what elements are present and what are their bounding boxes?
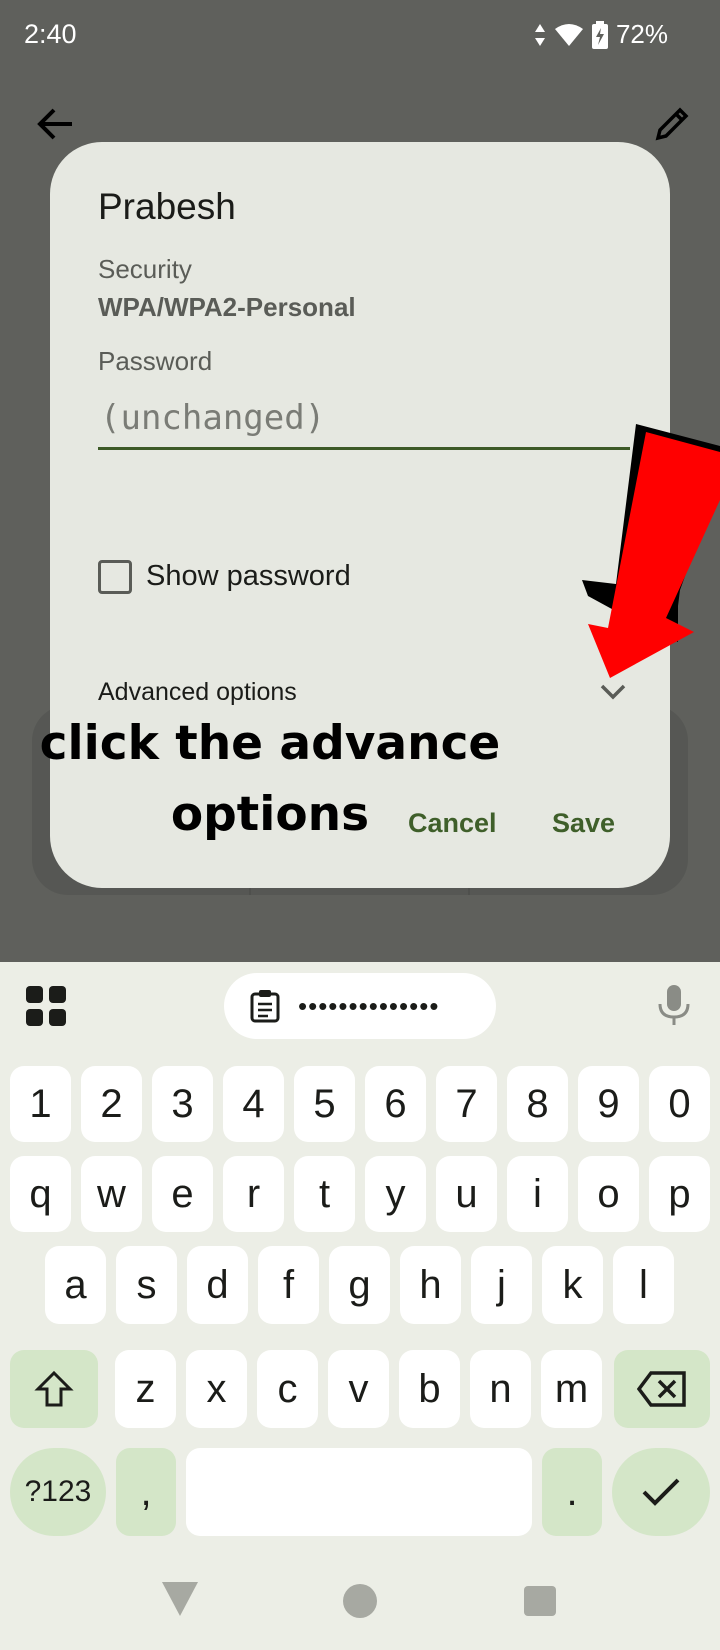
comma-key[interactable]: , — [116, 1448, 176, 1536]
key-j[interactable]: j — [471, 1246, 532, 1324]
apps-grid-icon[interactable] — [26, 986, 66, 1026]
password-label: Password — [98, 346, 213, 376]
key-w[interactable]: w — [81, 1156, 142, 1232]
password-input[interactable] — [98, 388, 630, 450]
key-a[interactable]: a — [45, 1246, 106, 1324]
nav-back-icon[interactable] — [162, 1582, 198, 1616]
key-1[interactable]: 1 — [10, 1066, 71, 1142]
wifi-icon — [554, 23, 583, 46]
key-0[interactable]: 0 — [649, 1066, 710, 1142]
key-c[interactable]: c — [257, 1350, 318, 1428]
annotation-line-1: click the advance — [39, 716, 501, 771]
key-k[interactable]: k — [542, 1246, 603, 1324]
nav-home-button[interactable] — [343, 1584, 377, 1618]
key-y[interactable]: y — [365, 1156, 426, 1232]
dialog-title: Prabesh — [98, 186, 236, 227]
key-4[interactable]: 4 — [223, 1066, 284, 1142]
key-t[interactable]: t — [294, 1156, 355, 1232]
nav-recents-button[interactable] — [524, 1586, 556, 1616]
status-time: 2:40 — [24, 19, 77, 49]
shift-key[interactable] — [10, 1350, 98, 1428]
key-l[interactable]: l — [613, 1246, 674, 1324]
key-o[interactable]: o — [578, 1156, 639, 1232]
status-bar: 2:40 72% — [0, 0, 720, 72]
key-f[interactable]: f — [258, 1246, 319, 1324]
key-2[interactable]: 2 — [81, 1066, 142, 1142]
security-value: WPA/WPA2-Personal — [98, 292, 356, 322]
edit-pencil-icon[interactable] — [652, 104, 692, 144]
backspace-icon — [637, 1371, 686, 1407]
space-key[interactable] — [186, 1448, 532, 1536]
annotation-line-2: options — [170, 787, 370, 842]
key-7[interactable]: 7 — [436, 1066, 497, 1142]
key-m[interactable]: m — [541, 1350, 602, 1428]
shift-arrow-icon — [34, 1370, 74, 1407]
key-d[interactable]: d — [187, 1246, 248, 1324]
key-i[interactable]: i — [507, 1156, 568, 1232]
clipboard-preview: •••••••••••••• — [298, 990, 440, 1021]
key-v[interactable]: v — [328, 1350, 389, 1428]
show-password-checkbox[interactable] — [98, 560, 132, 594]
key-b[interactable]: b — [399, 1350, 460, 1428]
key-9[interactable]: 9 — [578, 1066, 639, 1142]
key-r[interactable]: r — [223, 1156, 284, 1232]
key-p[interactable]: p — [649, 1156, 710, 1232]
key-u[interactable]: u — [436, 1156, 497, 1232]
checkmark-icon — [642, 1478, 680, 1506]
period-key[interactable]: . — [542, 1448, 602, 1536]
key-e[interactable]: e — [152, 1156, 213, 1232]
microphone-icon[interactable] — [656, 984, 692, 1026]
red-arrow-annotation — [582, 424, 720, 678]
status-icons: 72% — [534, 19, 668, 50]
key-5[interactable]: 5 — [294, 1066, 355, 1142]
annotation-text: click the advance options — [20, 708, 520, 850]
key-q[interactable]: q — [10, 1156, 71, 1232]
key-n[interactable]: n — [470, 1350, 531, 1428]
backspace-key[interactable] — [614, 1350, 710, 1428]
symbols-key[interactable]: ?123 — [10, 1448, 106, 1536]
key-x[interactable]: x — [186, 1350, 247, 1428]
key-z[interactable]: z — [115, 1350, 176, 1428]
key-g[interactable]: g — [329, 1246, 390, 1324]
key-h[interactable]: h — [400, 1246, 461, 1324]
battery-icon — [591, 20, 608, 49]
key-8[interactable]: 8 — [507, 1066, 568, 1142]
back-arrow-icon[interactable] — [36, 104, 76, 144]
clipboard-icon — [250, 990, 280, 1023]
show-password-label[interactable]: Show password — [146, 560, 351, 593]
key-s[interactable]: s — [116, 1246, 177, 1324]
security-label: Security — [98, 254, 192, 284]
keyboard-toolbar: •••••••••••••• — [0, 962, 720, 1048]
key-3[interactable]: 3 — [152, 1066, 213, 1142]
save-button[interactable]: Save — [552, 808, 615, 839]
keyboard: •••••••••••••• 1234567890 qwertyuiop asdfg… — [0, 962, 720, 1650]
advanced-options-toggle[interactable]: Advanced options — [98, 678, 297, 707]
clipboard-suggestion[interactable]: •••••••••••••• — [224, 973, 496, 1039]
battery-percent: 72% — [615, 19, 668, 49]
key-6[interactable]: 6 — [365, 1066, 426, 1142]
enter-key[interactable] — [612, 1448, 710, 1536]
data-arrows-icon — [534, 23, 545, 46]
